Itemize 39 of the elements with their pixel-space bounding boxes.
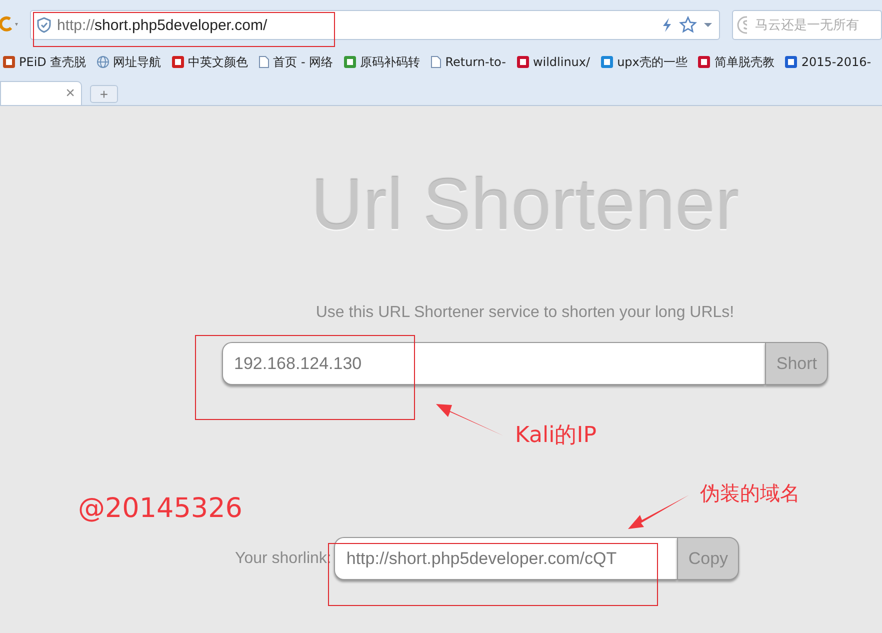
address-bar[interactable]: http://short.php5developer.com/ <box>30 10 720 40</box>
bookmark-link[interactable]: 中英文颜色 <box>171 54 248 70</box>
bookmark-link[interactable]: 原码补码转 <box>343 54 420 70</box>
browser-tab[interactable]: × <box>0 81 82 105</box>
close-tab-button[interactable]: × <box>66 84 75 102</box>
author-text: @20145326 <box>78 493 242 524</box>
bookmark-logo-icon <box>516 55 530 69</box>
shield-icon <box>37 17 51 33</box>
page-title: Url Shortener <box>310 164 740 246</box>
bookmark-link[interactable]: wildlinux/ <box>516 55 590 69</box>
search-box[interactable]: 马云还是一无所有 <box>732 10 882 40</box>
bookmark-logo-icon <box>697 55 712 69</box>
globe-icon <box>96 55 110 69</box>
bookmark-link[interactable]: Return-to- <box>430 55 506 69</box>
bookmark-logo-icon <box>600 55 614 69</box>
bookmark-link[interactable]: PEiD 查壳脱 <box>2 54 86 70</box>
bookmark-link[interactable]: 2015-2016- <box>784 55 872 69</box>
search-engine-icon <box>737 16 747 34</box>
bookmark-logo-icon <box>784 55 798 69</box>
bookmark-logo-icon <box>343 55 358 69</box>
star-icon[interactable] <box>679 16 697 34</box>
url-input[interactable]: 192.168.124.130 <box>222 342 766 385</box>
arrow-icon <box>628 494 690 530</box>
page-icon <box>258 55 270 69</box>
bookmark-logo-icon <box>171 55 186 69</box>
bookmark-link[interactable]: 简单脱壳教 <box>697 54 774 70</box>
bookmark-link[interactable]: 网址导航 <box>96 54 162 70</box>
url-text: http://short.php5developer.com/ <box>57 16 268 34</box>
new-tab-button[interactable]: + <box>90 85 118 103</box>
bookmark-logo-icon <box>2 55 16 69</box>
shortlink-field[interactable]: http://short.php5developer.com/cQT <box>334 537 678 580</box>
lightning-icon[interactable] <box>661 17 673 33</box>
bookmark-link[interactable]: upx壳的一些 <box>600 54 688 70</box>
dropdown-caret-icon[interactable] <box>703 21 713 29</box>
bookmark-link[interactable]: 首页 - 网络 <box>258 54 334 70</box>
annotation-text: 伪装的域名 <box>700 480 800 507</box>
annotation-text: Kali的IP <box>515 422 597 450</box>
page-icon <box>430 55 442 69</box>
description-text: Use this URL Shortener service to shorten your long URLs! <box>316 304 734 322</box>
